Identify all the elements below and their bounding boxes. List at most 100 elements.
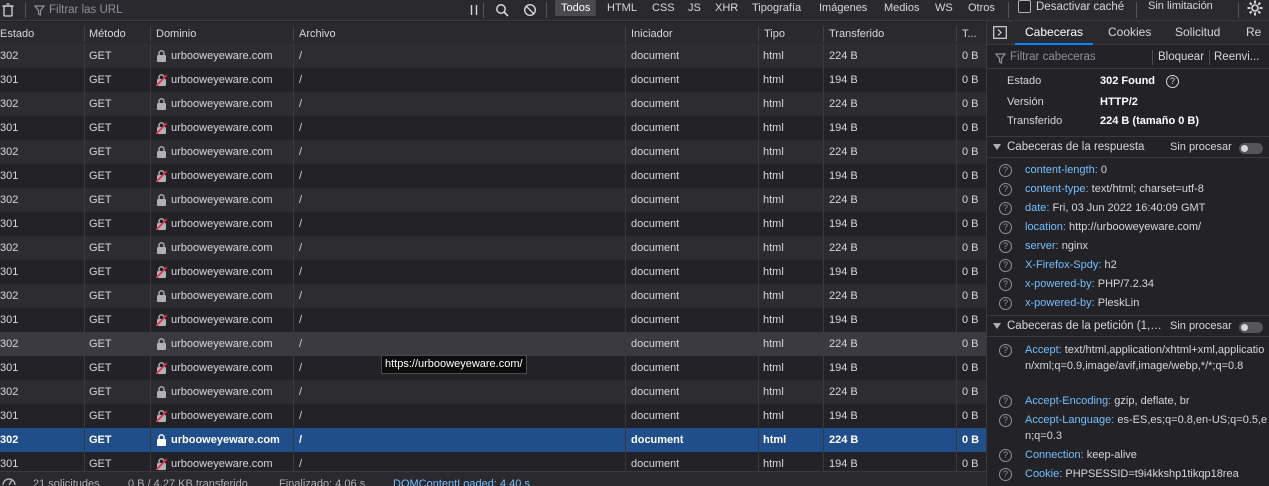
request-headers-section[interactable]: Cabeceras de la petición (1,1 kB) Sin pr…	[987, 315, 1269, 337]
column-header-domain[interactable]: Dominio	[156, 22, 196, 46]
table-row[interactable]: 301 GET urbooweyeware.com / document html 194 …	[0, 308, 986, 332]
column-header-status[interactable]: Estado	[0, 22, 34, 46]
cell-domain: urbooweyeware.com	[171, 122, 273, 134]
column-divider[interactable]	[84, 26, 85, 42]
type-filter-media[interactable]: Medios	[878, 0, 925, 16]
column-header-method[interactable]: Método	[89, 22, 126, 46]
cell-domain: urbooweyeware.com	[171, 242, 273, 254]
column-divider	[150, 236, 151, 260]
help-icon[interactable]: ?	[999, 221, 1012, 234]
cell-transferred: 194 B	[829, 122, 858, 134]
toolbar-divider	[25, 2, 26, 18]
type-filter-all[interactable]: Todos	[555, 0, 597, 16]
table-row[interactable]: 301 GET urbooweyeware.com / document html 194 …	[0, 260, 986, 284]
help-icon[interactable]: ?	[999, 278, 1012, 291]
disable-cache-checkbox[interactable]	[1018, 0, 1031, 13]
type-filter-ws[interactable]: WS	[929, 0, 959, 16]
type-filter-html[interactable]: HTML	[601, 0, 643, 16]
raw-toggle[interactable]	[1239, 143, 1263, 154]
column-header-transferred[interactable]: Transferido	[829, 22, 884, 46]
table-row[interactable]: 301 GET urbooweyeware.com / document html 194 …	[0, 452, 986, 471]
help-icon[interactable]: ?	[999, 395, 1012, 408]
column-header-initiator[interactable]: Iniciador	[631, 22, 673, 46]
column-divider[interactable]	[293, 26, 294, 42]
block-button[interactable]: Bloquear	[1158, 51, 1204, 63]
table-row[interactable]: 302 GET urbooweyeware.com / document html 224 …	[0, 188, 986, 212]
table-row[interactable]: 302 GET urbooweyeware.com / document html 224 …	[0, 332, 986, 356]
performance-icon[interactable]	[1, 474, 17, 486]
header-value: h2	[1104, 259, 1117, 271]
column-divider	[293, 188, 294, 212]
column-divider[interactable]	[150, 26, 151, 42]
type-filter-fonts[interactable]: Tipografía	[746, 0, 807, 16]
column-header-file[interactable]: Archivo	[299, 22, 336, 46]
help-icon[interactable]: ?	[1166, 75, 1179, 88]
table-row[interactable]: 301 GET urbooweyeware.com / document html 194 …	[0, 68, 986, 92]
column-divider[interactable]	[956, 26, 957, 42]
column-divider	[150, 380, 151, 404]
table-row[interactable]: 302 GET urbooweyeware.com / document html 224 …	[0, 92, 986, 116]
toggle-sidebar-icon[interactable]	[993, 26, 1007, 39]
column-header-type[interactable]: Tipo	[764, 22, 785, 46]
type-filter-other[interactable]: Otros	[962, 0, 1001, 16]
response-headers-section[interactable]: Cabeceras de la respuesta Sin procesar	[987, 136, 1269, 158]
cell-type: html	[763, 434, 787, 446]
type-filter-css[interactable]: CSS	[646, 0, 681, 16]
help-icon[interactable]: ?	[999, 259, 1012, 272]
column-divider	[823, 188, 824, 212]
headers-filter-input[interactable]: Filtrar cabeceras	[1010, 51, 1096, 63]
header-name: Connection:	[1025, 449, 1084, 461]
column-divider[interactable]	[758, 26, 759, 42]
table-row[interactable]: 302 GET urbooweyeware.com / document html 224 …	[0, 236, 986, 260]
cell-initiator: document	[631, 50, 680, 62]
help-icon[interactable]: ?	[999, 344, 1012, 357]
table-row[interactable]: 301 GET urbooweyeware.com / document html 194 …	[0, 212, 986, 236]
type-filter-xhr[interactable]: XHR	[709, 0, 744, 16]
column-divider[interactable]	[625, 26, 626, 42]
help-icon[interactable]: ?	[999, 449, 1012, 462]
table-row[interactable]: 301 GET urbooweyeware.com / document html 194 …	[0, 164, 986, 188]
cell-file: /	[299, 338, 303, 350]
help-icon[interactable]: ?	[999, 468, 1012, 481]
column-divider[interactable]	[823, 26, 824, 42]
column-header-size[interactable]: T...	[962, 22, 984, 46]
tab-headers[interactable]: Cabeceras	[1015, 21, 1094, 45]
help-icon[interactable]: ?	[999, 414, 1012, 427]
cell-method: GET	[89, 338, 112, 350]
pause-icon[interactable]	[467, 3, 481, 17]
header-value: gzip, deflate, br	[1114, 395, 1190, 407]
help-icon[interactable]: ?	[999, 164, 1012, 177]
search-icon[interactable]	[495, 3, 509, 17]
cell-initiator: document	[631, 170, 680, 182]
help-icon[interactable]: ?	[999, 297, 1012, 310]
help-icon[interactable]: ?	[999, 202, 1012, 215]
block-icon[interactable]	[523, 3, 537, 17]
cell-method: GET	[89, 410, 112, 422]
resend-button[interactable]: Reenvi...	[1214, 51, 1259, 63]
cell-status: 302	[0, 98, 19, 110]
tab-response[interactable]: Re	[1246, 21, 1261, 45]
tab-cookies[interactable]: Cookies	[1108, 21, 1151, 45]
table-row[interactable]: 302 GET urbooweyeware.com / document html 224 …	[0, 428, 986, 452]
table-row[interactable]: 302 GET urbooweyeware.com / document html 224 …	[0, 140, 986, 164]
tab-request[interactable]: Solicitud	[1175, 21, 1220, 45]
raw-toggle[interactable]	[1239, 322, 1263, 333]
table-row[interactable]: 302 GET urbooweyeware.com / document html 224 …	[0, 380, 986, 404]
table-row[interactable]: 301 GET urbooweyeware.com / document html 194 …	[0, 404, 986, 428]
header-item: ? x-powered-by: PleskLin	[987, 295, 1269, 311]
type-filter-js[interactable]: JS	[682, 0, 707, 16]
cell-domain: urbooweyeware.com	[171, 194, 273, 206]
throttling-select[interactable]: Sin limitación	[1148, 0, 1213, 12]
type-filter-images[interactable]: Imágenes	[813, 0, 873, 16]
help-icon[interactable]: ?	[999, 240, 1012, 253]
trash-icon[interactable]	[2, 3, 14, 17]
table-row[interactable]: 302 GET urbooweyeware.com / document html 224 …	[0, 44, 986, 68]
cell-size: 0 B	[962, 242, 979, 254]
table-row[interactable]: 301 GET urbooweyeware.com / document html 194 …	[0, 116, 986, 140]
gear-icon[interactable]	[1247, 0, 1263, 16]
table-row[interactable]: 302 GET urbooweyeware.com / document html 224 …	[0, 284, 986, 308]
help-icon[interactable]: ?	[999, 183, 1012, 196]
filter-icon	[995, 53, 1006, 64]
cell-domain: urbooweyeware.com	[171, 410, 273, 422]
cell-size: 0 B	[962, 98, 979, 110]
